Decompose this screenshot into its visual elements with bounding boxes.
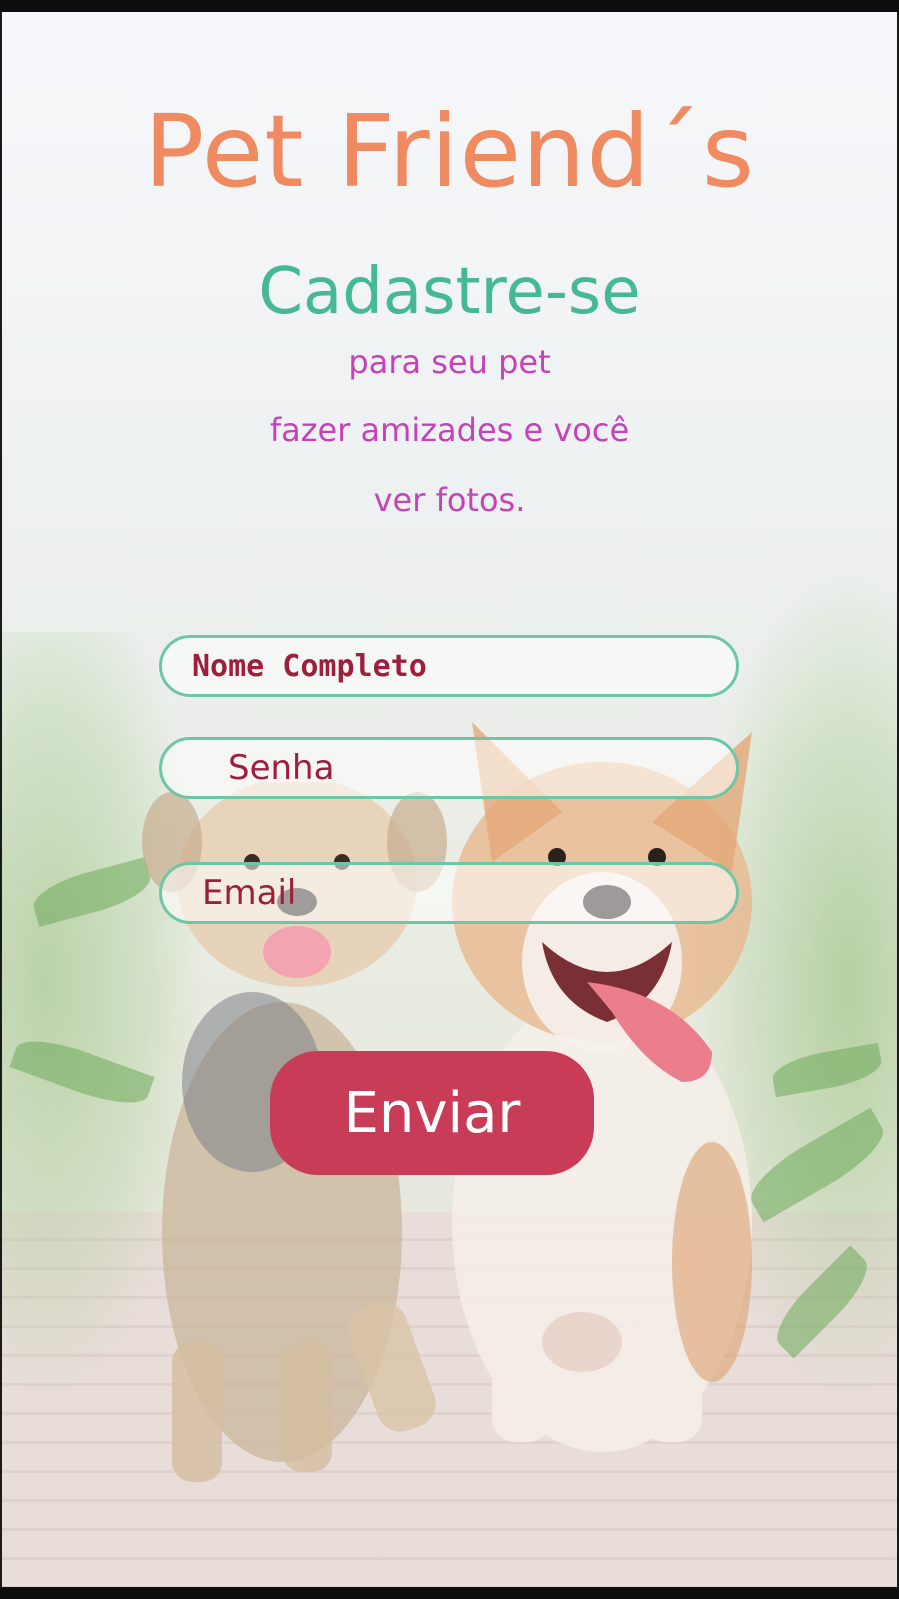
password-input[interactable] — [162, 747, 736, 789]
name-input[interactable] — [162, 647, 736, 685]
status-bar — [0, 0, 899, 12]
submit-button[interactable]: Enviar — [270, 1051, 594, 1175]
navigation-bar — [0, 1587, 899, 1599]
signup-screen: Pet Friend´s Cadastre-se para seu pet fa… — [2, 12, 897, 1587]
tagline-line-1: para seu pet — [348, 343, 551, 381]
tagline-line-3: ver fotos. — [373, 481, 526, 519]
app-title: Pet Friend´s — [144, 93, 755, 210]
tagline-line-2: fazer amizades e você — [269, 411, 630, 449]
background-photo — [2, 12, 897, 1587]
email-input[interactable] — [162, 872, 736, 914]
page-subtitle: Cadastre-se — [258, 255, 641, 329]
email-field[interactable] — [159, 862, 739, 924]
password-field[interactable] — [159, 737, 739, 799]
name-field[interactable] — [159, 635, 739, 697]
